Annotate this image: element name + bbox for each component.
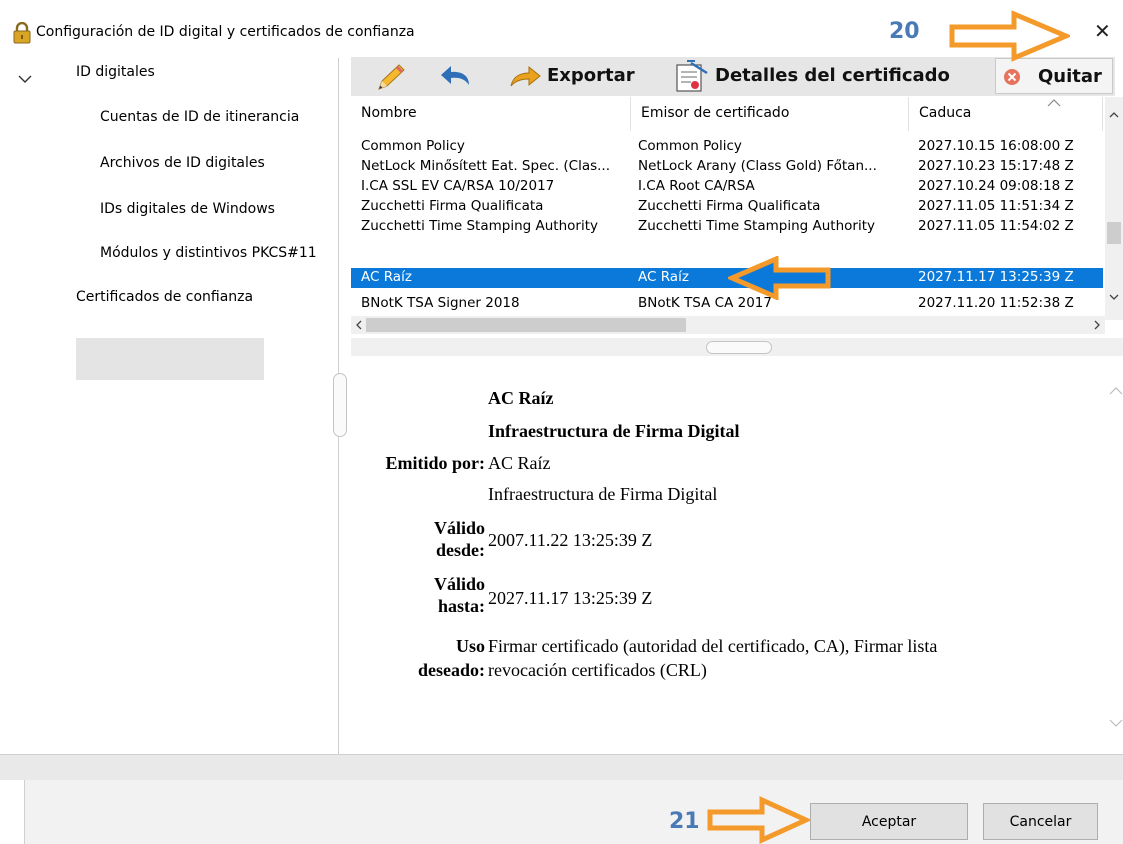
sidebar-item-trusted-certificates[interactable]: Certificados de confianza (76, 289, 253, 305)
splitter-grip-icon[interactable] (706, 341, 772, 354)
table-row[interactable]: Common Policy Common Policy 2027.10.15 1… (351, 137, 1103, 157)
table-row[interactable]: BNotK TSA Signer 2018 BNotK TSA CA 2017 … (351, 294, 1103, 314)
step-number-21: 21 (669, 809, 700, 834)
cell-issuer: Zucchetti Time Stamping Authority (638, 218, 875, 234)
vertical-splitter-grip-icon[interactable] (333, 373, 347, 437)
annotation-arrow-left-icon (728, 256, 831, 300)
cell-name: I.CA SSL EV CA/RSA 10/2017 (361, 178, 555, 194)
issuer-organization: Infraestructura de Firma Digital (488, 484, 718, 504)
cell-issuer: Common Policy (638, 138, 742, 154)
ok-button[interactable]: Aceptar (810, 803, 968, 840)
lock-icon (13, 22, 31, 44)
issuer-name: AC Raíz (488, 453, 551, 473)
valid-to-label-2: hasta: (437, 596, 485, 616)
cell-name: NetLock Minősített Eat. Spec. (Clas... (361, 158, 610, 174)
table-vertical-scrollbar[interactable] (1105, 97, 1123, 320)
valid-from-value: 2007.11.22 13:25:39 Z (488, 530, 653, 550)
cell-expires: 2027.10.24 09:08:18 Z (918, 178, 1074, 194)
sidebar-item-id-files[interactable]: Archivos de ID digitales (100, 155, 265, 171)
column-header-name[interactable]: Nombre (351, 97, 631, 131)
subject-organization: Infraestructura de Firma Digital (488, 421, 740, 441)
cell-expires: 2027.11.05 11:54:02 Z (918, 218, 1074, 234)
usage-value-line-1: Firmar certificado (autoridad del certif… (488, 636, 938, 656)
footer-separator (0, 754, 1123, 780)
sidebar: ID digitales Cuentas de ID de itineranci… (0, 58, 339, 754)
cell-name: Common Policy (361, 138, 465, 154)
cell-expires: 2027.11.20 11:52:38 Z (918, 295, 1074, 311)
export-arrow-icon[interactable] (509, 64, 541, 90)
details-scroll-down-icon[interactable] (1109, 718, 1123, 728)
scroll-up-icon[interactable] (1109, 111, 1119, 119)
table-row-selected[interactable]: AC Raíz AC Raíz 2027.11.17 13:25:39 Z (351, 268, 1103, 288)
issued-by-label: Emitido por: (385, 453, 485, 473)
sort-ascending-icon (1047, 99, 1061, 107)
usage-value-line-2: revocación certificados (CRL) (488, 660, 707, 680)
scroll-right-icon[interactable] (1093, 320, 1101, 330)
cancel-button[interactable]: Cancelar (983, 803, 1098, 840)
cell-name: BNotK TSA Signer 2018 (361, 295, 520, 311)
subject-name: AC Raíz (488, 388, 554, 408)
cell-name: Zucchetti Time Stamping Authority (361, 218, 598, 234)
cell-expires: 2027.11.17 13:25:39 Z (918, 269, 1074, 285)
sidebar-item-digital-ids[interactable]: ID digitales (76, 64, 155, 80)
step-number-20: 20 (889, 19, 920, 44)
table-horizontal-scroll-thumb[interactable] (366, 318, 686, 332)
column-header-expires[interactable]: Caduca (909, 97, 1103, 131)
table-row[interactable]: Zucchetti Firma Qualificata Zucchetti Fi… (351, 197, 1103, 217)
valid-from-label-2: desde: (436, 540, 485, 560)
window-title: Configuración de ID digital y certificad… (36, 24, 415, 40)
table-row[interactable]: Zucchetti Time Stamping Authority Zucche… (351, 217, 1103, 237)
scroll-left-icon[interactable] (355, 320, 363, 330)
usage-label-2: deseado: (418, 660, 485, 680)
remove-button[interactable]: Quitar (995, 58, 1113, 94)
remove-circle-icon (1004, 69, 1020, 85)
annotation-arrow-right-icon (949, 10, 1070, 62)
cell-issuer: Zucchetti Firma Qualificata (638, 198, 821, 214)
certificate-details-icon[interactable] (673, 59, 709, 93)
close-icon[interactable]: ✕ (1094, 19, 1111, 43)
cell-expires: 2027.11.05 11:51:34 Z (918, 198, 1074, 214)
certificate-details-pane: AC Raíz Infraestructura de Firma Digital… (351, 356, 1123, 754)
cell-name: Zucchetti Firma Qualificata (361, 198, 544, 214)
export-button[interactable]: Exportar (547, 65, 635, 86)
details-scroll-up-icon[interactable] (1109, 386, 1123, 396)
table-row[interactable]: I.CA SSL EV CA/RSA 10/2017 I.CA Root CA/… (351, 177, 1103, 197)
toolbar: Exportar Detalles del certificado Quitar (351, 57, 1115, 96)
cell-issuer: I.CA Root CA/RSA (638, 178, 755, 194)
chevron-down-icon[interactable] (18, 74, 32, 84)
sidebar-item-roaming-ids[interactable]: Cuentas de ID de itinerancia (100, 109, 299, 125)
valid-from-label: Válido (433, 518, 485, 538)
valid-to-value: 2027.11.17 13:25:39 Z (488, 588, 653, 608)
certificate-details-button[interactable]: Detalles del certificado (715, 65, 950, 86)
pencil-icon[interactable] (373, 61, 407, 93)
refresh-arrow-icon[interactable] (439, 63, 473, 91)
sidebar-item-windows-ids[interactable]: IDs digitales de Windows (100, 201, 275, 217)
sidebar-item-pkcs11[interactable]: Módulos y distintivos PKCS#11 (100, 245, 317, 261)
cell-expires: 2027.10.23 15:17:48 Z (918, 158, 1074, 174)
cell-expires: 2027.10.15 16:08:00 Z (918, 138, 1074, 154)
remove-button-label: Quitar (1038, 66, 1102, 87)
column-header-issuer[interactable]: Emisor de certificado (631, 97, 909, 131)
usage-label: Uso (455, 636, 485, 656)
table-row[interactable]: NetLock Minősített Eat. Spec. (Clas... N… (351, 157, 1103, 177)
scroll-down-icon[interactable] (1109, 293, 1119, 301)
cell-name: AC Raíz (361, 269, 412, 285)
annotation-arrow-right-icon-2 (707, 796, 810, 844)
sidebar-selection-highlight (76, 338, 264, 380)
valid-to-label: Válido (433, 574, 485, 594)
table-vertical-scroll-thumb[interactable] (1107, 222, 1121, 244)
cell-issuer: NetLock Arany (Class Gold) Főtan... (638, 158, 877, 174)
